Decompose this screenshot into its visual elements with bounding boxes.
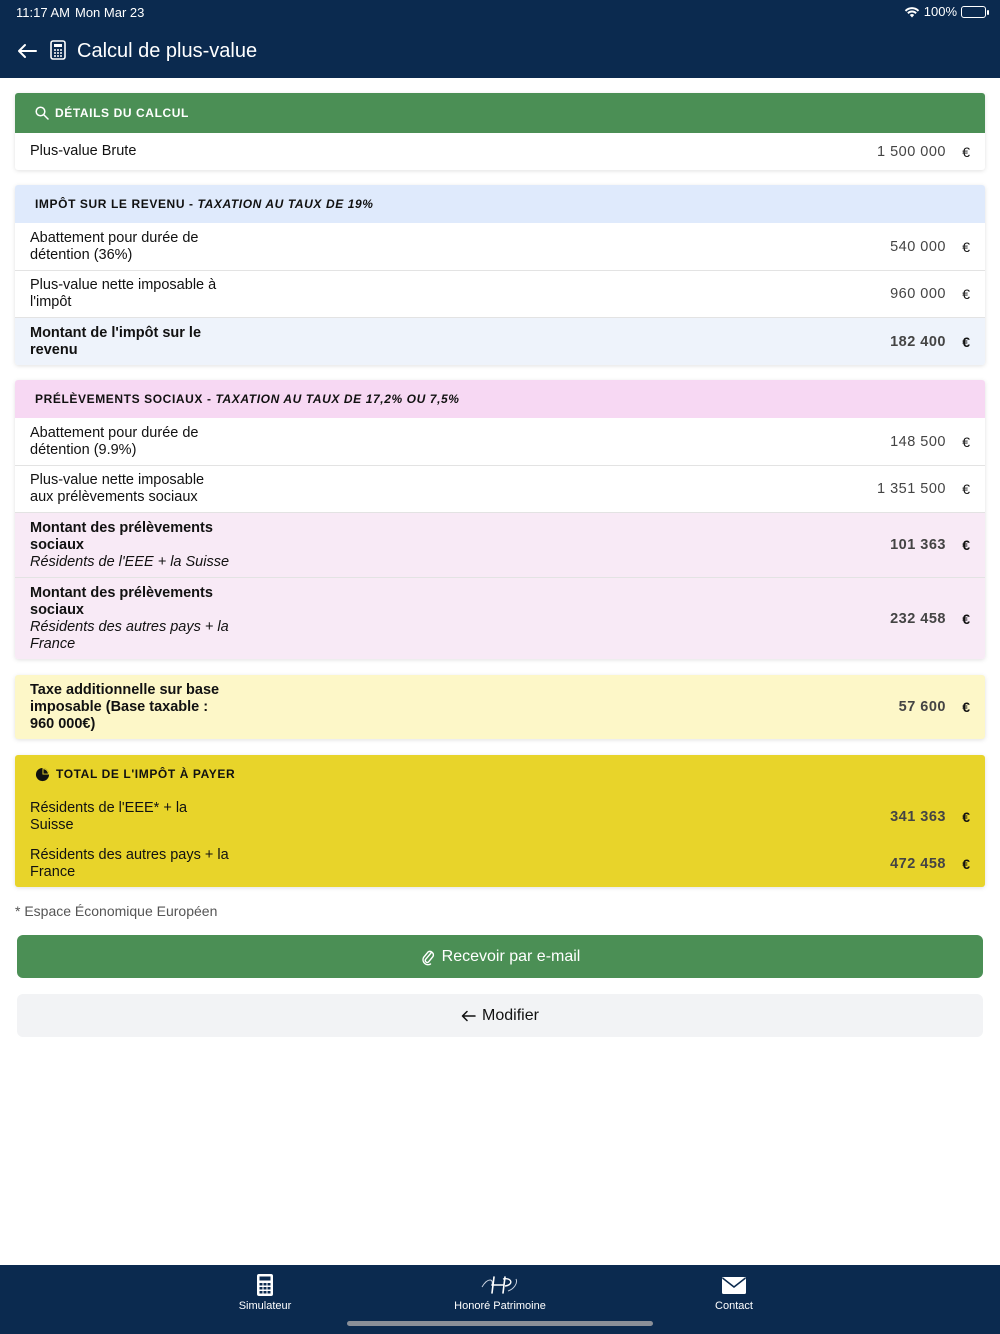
row-label: Taxe additionnelle sur base imposable (B… [30, 681, 220, 732]
row-value: 148 500 [890, 433, 946, 450]
prelevements-row-abattement: Abattement pour durée de détention (9.9%… [15, 418, 985, 465]
impot-row-abattement: Abattement pour durée de détention (36%)… [15, 223, 985, 270]
email-button[interactable]: Recevoir par e-mail [17, 935, 983, 978]
envelope-icon [722, 1277, 746, 1294]
tab-label: Honoré Patrimoine [454, 1300, 546, 1312]
search-icon [35, 106, 49, 120]
details-header: DÉTAILS DU CALCUL [15, 93, 985, 133]
prelevements-row-total-autres: Montant des prélèvements sociaux Résiden… [15, 577, 985, 659]
row-currency: € [962, 537, 970, 553]
row-value: 182 400 [890, 333, 946, 350]
row-label: Plus-value Brute [30, 143, 137, 159]
row-value: 341 363 [890, 808, 946, 825]
impot-revenu-card: IMPÔT SUR LE REVENU - TAXATION AU TAUX D… [15, 185, 985, 365]
impot-revenu-header: IMPÔT SUR LE REVENU - TAXATION AU TAUX D… [15, 185, 985, 223]
row-value: 960 000 [890, 286, 946, 302]
tab-label: Simulateur [238, 1300, 292, 1312]
row-currency: € [962, 699, 970, 715]
row-currency: € [962, 481, 970, 497]
total-impot-header: TOTAL DE L'IMPÔT À PAYER [15, 755, 985, 793]
tab-simulateur[interactable]: Simulateur [205, 1273, 325, 1312]
tab-honore-patrimoine[interactable]: Honoré Patrimoine [440, 1273, 560, 1312]
taxe-additionnelle-row: Taxe additionnelle sur base imposable (B… [15, 675, 985, 739]
row-currency: € [962, 333, 970, 350]
total-row-autres: Résidents des autres pays + la France 47… [15, 840, 985, 887]
row-label-sub: Résidents des autres pays + la France [30, 618, 229, 652]
row-label: Résidents des autres pays + la France [30, 846, 229, 880]
arrow-left-icon[interactable] [14, 38, 40, 64]
row-label: Montant des prélèvements sociaux Résiden… [30, 520, 230, 571]
row-currency: € [962, 433, 970, 450]
nav-bar: Calcul de plus-value [0, 26, 1000, 78]
row-label: Plus-value nette imposable à l'impôt [30, 277, 217, 310]
details-title: DÉTAILS DU CALCUL [55, 106, 189, 120]
row-label-sub: Résidents de l'EEE + la Suisse [30, 553, 230, 570]
row-value: 1 351 500 [876, 481, 946, 497]
details-card: DÉTAILS DU CALCUL Plus-value Brute 1 500… [15, 93, 985, 170]
status-date: Mon Mar 23 [75, 5, 145, 20]
row-value: 57 600 [898, 699, 946, 715]
tab-contact[interactable]: Contact [674, 1273, 794, 1312]
prelevements-rate: TAXATION AU TAUX DE 17,2% OU 7,5% [215, 392, 460, 406]
row-currency: € [962, 855, 970, 872]
impot-revenu-title: IMPÔT SUR LE REVENU - [35, 197, 198, 211]
modify-button-label: Modifier [482, 1006, 539, 1024]
total-row-eee: Résidents de l'EEE* + la Suisse 341 363 … [15, 793, 985, 840]
row-label: Abattement pour durée de détention (9.9%… [30, 424, 199, 458]
row-label: Montant des prélèvements sociaux Résiden… [30, 585, 230, 653]
prelevements-row-total-eee: Montant des prélèvements sociaux Résiden… [15, 512, 985, 577]
row-label: Montant de l'impôt sur le revenu [30, 324, 202, 358]
paperclip-icon [421, 950, 434, 965]
row-currency: € [962, 238, 970, 255]
row-currency: € [962, 610, 970, 627]
row-label: Abattement pour durée de détention (36%) [30, 229, 199, 263]
pie-chart-icon [35, 767, 50, 781]
email-button-label: Recevoir par e-mail [441, 947, 581, 965]
home-indicator [347, 1321, 653, 1326]
impot-row-plus-value-nette: Plus-value nette imposable à l'impôt 960… [15, 270, 985, 317]
row-label: Plus-value nette imposable aux prélèveme… [30, 472, 205, 505]
impot-row-total: Montant de l'impôt sur le revenu 182 400… [15, 317, 985, 365]
modify-button[interactable]: Modifier [17, 994, 983, 1037]
footnote: * Espace Économique Européen [15, 903, 218, 919]
status-right: 100% [904, 4, 989, 19]
detail-row-plus-value-brute: Plus-value Brute 1 500 000 € [15, 133, 985, 170]
row-value: 540 000 [890, 238, 946, 255]
prelevements-row-plus-value-nette: Plus-value nette imposable aux prélèveme… [15, 465, 985, 512]
prelevements-card: PRÉLÈVEMENTS SOCIAUX - TAXATION AU TAUX … [15, 380, 985, 659]
prelevements-header: PRÉLÈVEMENTS SOCIAUX - TAXATION AU TAUX … [15, 380, 985, 418]
wifi-icon [904, 6, 919, 17]
total-impot-title: TOTAL DE L'IMPÔT À PAYER [56, 767, 236, 781]
battery-percent: 100% [923, 4, 957, 19]
impot-revenu-rate: TAXATION AU TAUX DE 19% [197, 197, 374, 211]
calculator-icon [257, 1274, 273, 1296]
battery-icon [961, 5, 989, 18]
row-value: 472 458 [890, 855, 946, 872]
tab-label: Contact [715, 1300, 753, 1312]
row-label-main: Montant des prélèvements sociaux [30, 519, 213, 553]
total-impot-card: TOTAL DE L'IMPÔT À PAYER Résidents de l'… [15, 755, 985, 887]
calculator-icon [50, 40, 66, 60]
row-currency: € [962, 143, 970, 160]
status-bar: 11:17 AM Mon Mar 23 100% [0, 0, 1000, 26]
row-value: 101 363 [890, 537, 946, 553]
prelevements-title: PRÉLÈVEMENTS SOCIAUX - [35, 392, 216, 406]
row-currency: € [962, 286, 970, 302]
row-label: Résidents de l'EEE* + la Suisse [30, 799, 188, 833]
row-currency: € [962, 808, 970, 825]
arrow-left-icon [461, 1010, 476, 1021]
row-value: 1 500 000 [876, 143, 946, 160]
taxe-additionnelle-card: Taxe additionnelle sur base imposable (B… [15, 675, 985, 739]
row-label-main: Montant des prélèvements sociaux [30, 584, 213, 618]
page-title: Calcul de plus-value [77, 40, 258, 62]
hp-logo-icon [481, 1276, 517, 1294]
row-value: 232 458 [890, 610, 946, 627]
status-time: 11:17 AM [16, 5, 70, 20]
